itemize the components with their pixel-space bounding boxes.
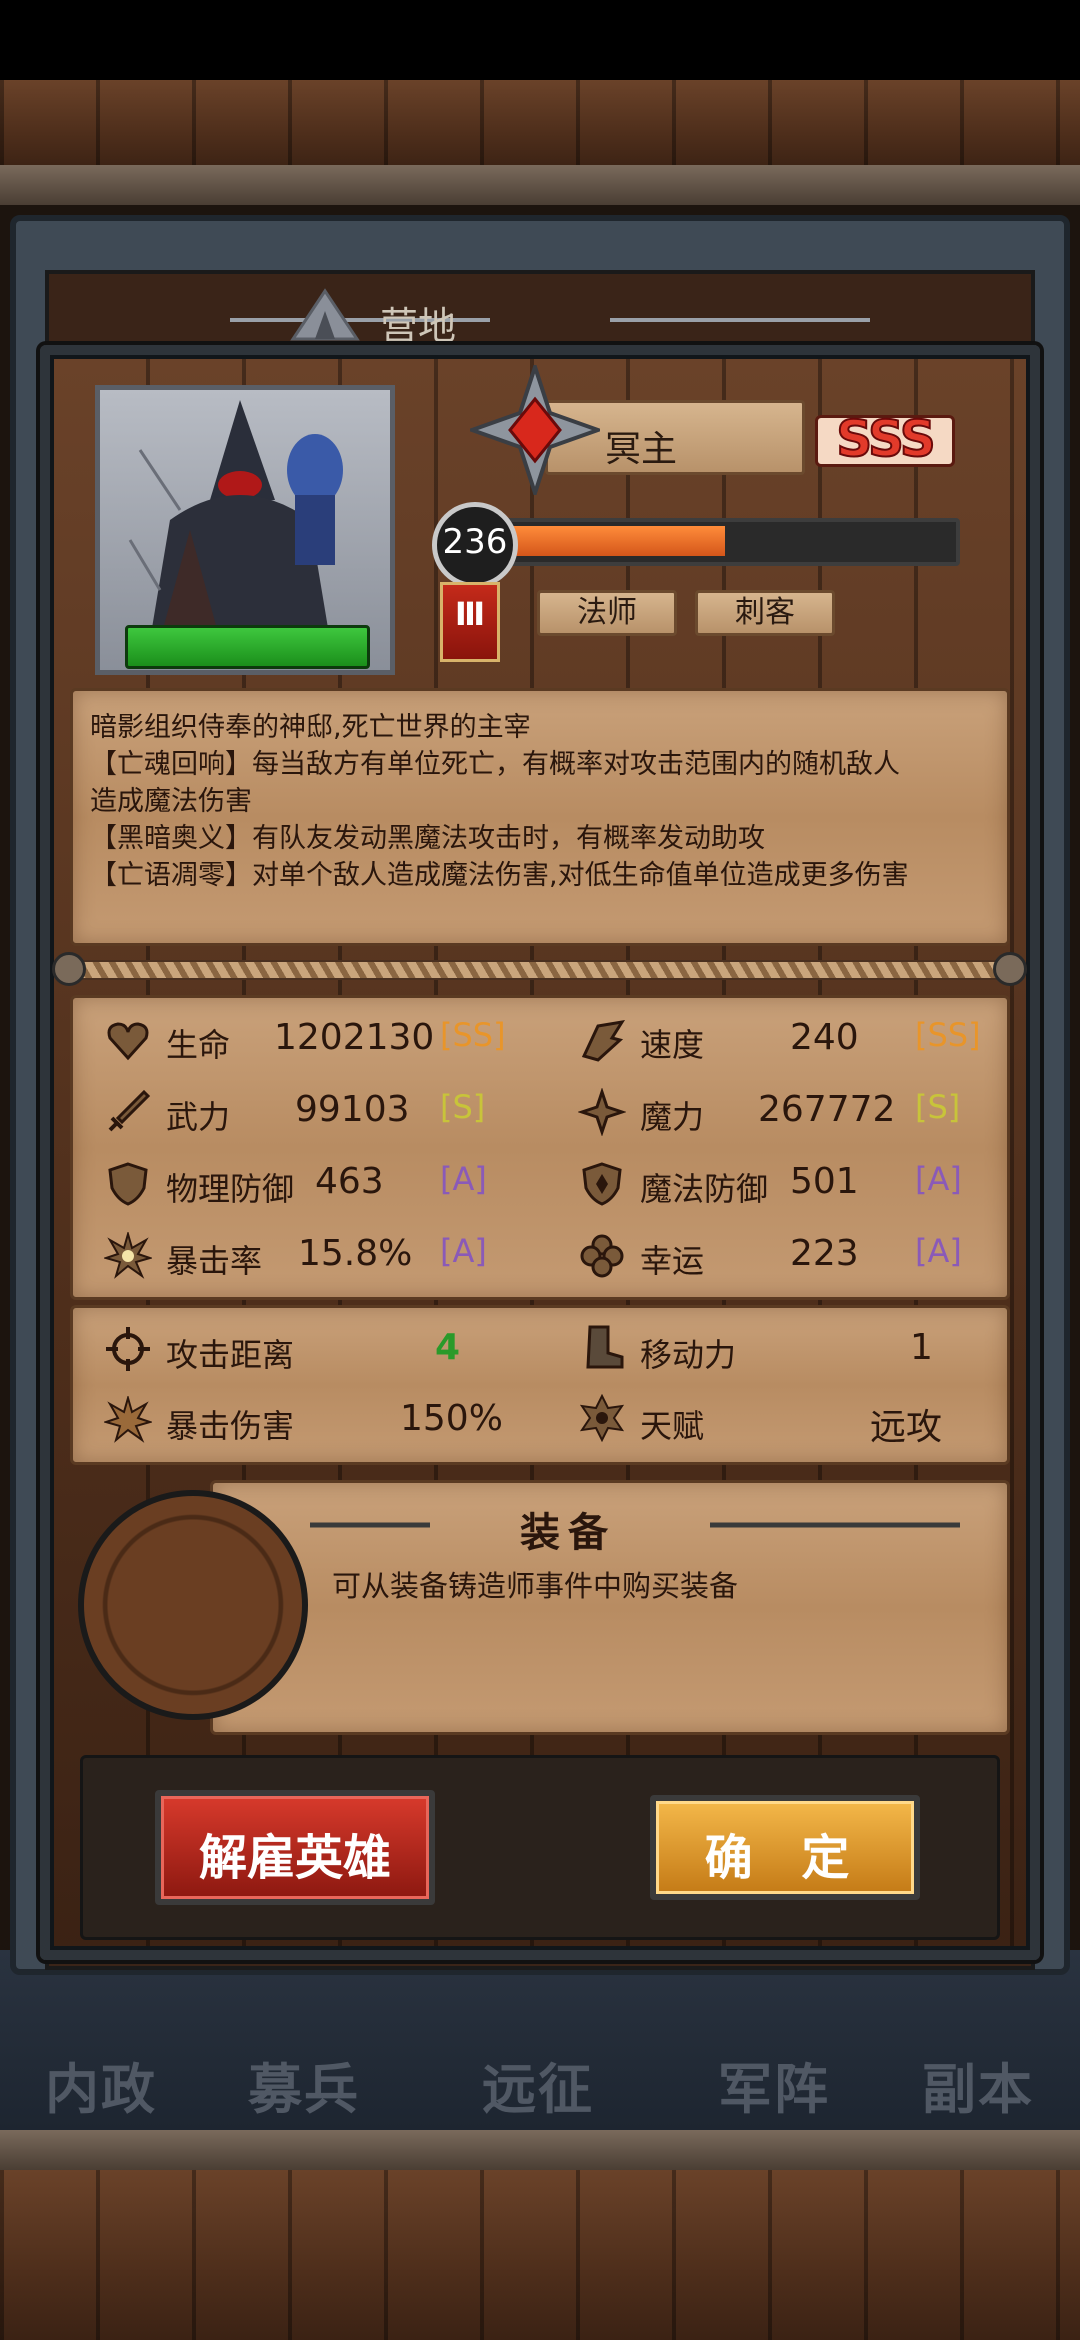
stat-magic-value: 267772 bbox=[758, 1089, 896, 1130]
nav-expedition[interactable]: 远征 bbox=[482, 2045, 594, 2124]
nav-recruit[interactable]: 募兵 bbox=[248, 2045, 360, 2124]
nav-dungeon[interactable]: 副本 bbox=[922, 2045, 1034, 2124]
description-line: 造成魔法伤害 bbox=[90, 786, 252, 817]
stat-luck-value: 223 bbox=[790, 1233, 859, 1274]
stat-critrate-value: 15.8% bbox=[298, 1233, 413, 1274]
dismiss-hero-label: 解雇英雄 bbox=[198, 1830, 391, 1886]
stat-magicdef-value: 501 bbox=[790, 1161, 859, 1202]
stat-critrate-label: 暴击率 bbox=[166, 1242, 263, 1280]
equipment-slot[interactable] bbox=[78, 1490, 308, 1720]
portrait-health-bar bbox=[125, 625, 370, 669]
stat-magicdef-label: 魔法防御 bbox=[640, 1170, 769, 1208]
nav-internal-affairs[interactable]: 内政 bbox=[45, 2045, 157, 2124]
rope-knob bbox=[52, 952, 86, 986]
bottom-beam bbox=[0, 2130, 1080, 2170]
top-beam bbox=[0, 165, 1080, 205]
stat-attack-value: 99103 bbox=[295, 1089, 410, 1130]
stat-physdef-grade: [A] bbox=[440, 1160, 487, 1198]
stat-hp-value: 1202130 bbox=[274, 1017, 435, 1058]
stat-critdmg-label: 暴击伤害 bbox=[166, 1407, 295, 1445]
tier-text: Ⅲ bbox=[454, 595, 486, 633]
description-line: 【黑暗奥义】有队友发动黑魔法攻击时，有概率发动助攻 bbox=[90, 823, 765, 854]
equipment-title: 装备 bbox=[520, 1510, 616, 1556]
stat-critdmg-value: 150% bbox=[400, 1398, 503, 1439]
rank-text: SSS bbox=[835, 409, 937, 469]
bottom-wood-border bbox=[0, 2170, 1080, 2340]
stat-move-label: 移动力 bbox=[640, 1336, 737, 1374]
talent-eye-icon bbox=[579, 1394, 625, 1442]
heart-icon bbox=[107, 1022, 149, 1061]
stat-talent-value: 远攻 bbox=[870, 1407, 943, 1448]
clover-icon bbox=[580, 1234, 624, 1278]
crosshair-icon bbox=[106, 1327, 150, 1371]
stat-luck-grade: [A] bbox=[915, 1232, 962, 1270]
sword-icon bbox=[108, 1089, 151, 1132]
stat-attack-label: 武力 bbox=[166, 1098, 231, 1136]
stat-speed-value: 240 bbox=[790, 1017, 859, 1058]
shield-icon bbox=[108, 1162, 148, 1206]
confirm-label: 确 定 bbox=[704, 1830, 866, 1886]
stat-magicdef-grade: [A] bbox=[915, 1160, 962, 1198]
critical-hit-icon bbox=[104, 1396, 152, 1443]
equipment-title-divider bbox=[310, 1522, 960, 1528]
sparkle-icon bbox=[578, 1088, 626, 1136]
stat-hp-label: 生命 bbox=[166, 1026, 231, 1064]
description-line: 【亡语凋零】对单个敌人造成魔法伤害,对低生命值单位造成更多伤害 bbox=[90, 860, 909, 891]
stat-range-label: 攻击距离 bbox=[166, 1336, 295, 1374]
stat-talent-label: 天赋 bbox=[640, 1407, 705, 1445]
tent-icon bbox=[290, 288, 360, 341]
hero-name: 冥主 bbox=[605, 429, 678, 470]
equipment-hint: 可从装备铸造师事件中购买装备 bbox=[332, 1569, 739, 1603]
stat-luck-label: 幸运 bbox=[640, 1242, 705, 1280]
burst-icon bbox=[104, 1232, 152, 1279]
winged-boot-icon bbox=[581, 1019, 626, 1062]
stat-critrate-grade: [A] bbox=[440, 1232, 487, 1270]
description-line: 【亡魂回响】每当敌方有单位死亡，有概率对攻击范围内的随机敌人 bbox=[90, 749, 900, 780]
description-line: 暗影组织侍奉的神邸,死亡世界的主宰 bbox=[90, 712, 531, 743]
boot-icon bbox=[586, 1325, 624, 1369]
top-wood-border bbox=[0, 80, 1080, 170]
hero-level: 236 bbox=[442, 522, 508, 562]
stat-speed-label: 速度 bbox=[640, 1026, 705, 1064]
rope-knob bbox=[993, 952, 1027, 986]
stat-magic-grade: [S] bbox=[915, 1088, 961, 1126]
rope-divider bbox=[60, 960, 1020, 980]
status-bar bbox=[0, 0, 1080, 80]
stat-physdef-value: 463 bbox=[315, 1161, 384, 1202]
stat-attack-grade: [S] bbox=[440, 1088, 486, 1126]
stat-move-value: 1 bbox=[910, 1327, 933, 1368]
camp-title: 营地 bbox=[380, 304, 457, 348]
stat-range-value: 4 bbox=[435, 1327, 461, 1368]
magic-shield-icon bbox=[582, 1162, 622, 1206]
star-emblem-icon bbox=[470, 365, 600, 495]
class-tag-assassin: 刺客 bbox=[695, 590, 835, 636]
stat-speed-grade: [SS] bbox=[915, 1016, 981, 1054]
class-tag-mage: 法师 bbox=[537, 590, 677, 636]
stat-physdef-label: 物理防御 bbox=[166, 1170, 295, 1208]
stat-magic-label: 魔力 bbox=[640, 1098, 705, 1136]
stat-hp-grade: [SS] bbox=[440, 1016, 506, 1054]
nav-formation[interactable]: 军阵 bbox=[718, 2045, 830, 2124]
